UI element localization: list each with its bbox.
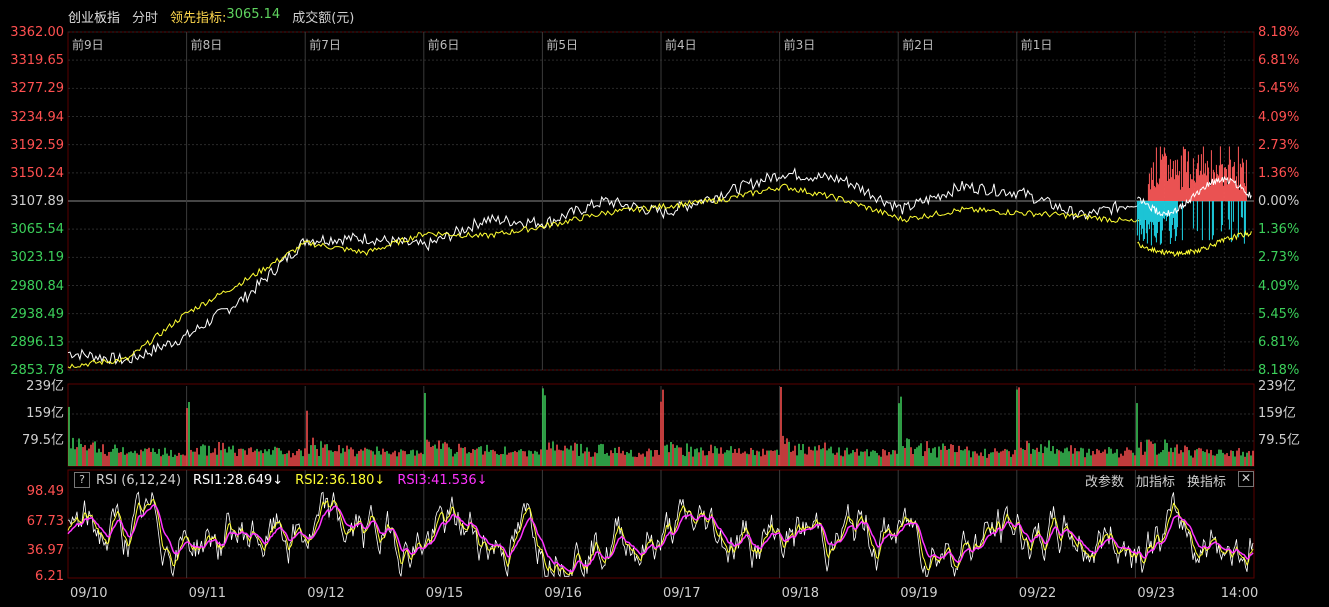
rsi-tick-2: 36.97 bbox=[26, 543, 64, 558]
day-label-1: 前8日 bbox=[190, 38, 223, 52]
price-tick-right-2: 5.45% bbox=[1258, 81, 1300, 97]
rsi-tick-3: 6.21 bbox=[35, 569, 64, 584]
price-tick-left-3: 3234.94 bbox=[10, 109, 64, 125]
rsi1-value: RSI1:28.649↓ bbox=[193, 472, 284, 488]
price-tick-left-7: 3065.54 bbox=[10, 222, 64, 238]
rsi3-value: RSI3:41.536↓ bbox=[397, 472, 488, 488]
volume-tick-right-1: 159亿 bbox=[1258, 406, 1296, 421]
price-tick-right-4: 2.73% bbox=[1258, 137, 1300, 153]
date-label-1: 09/11 bbox=[188, 586, 227, 601]
day-label-4: 前5日 bbox=[546, 38, 579, 52]
day-label-8: 前1日 bbox=[1020, 38, 1053, 52]
price-tick-left-8: 3023.19 bbox=[10, 250, 64, 266]
intraday-chart[interactable] bbox=[0, 0, 1329, 607]
day-label-6: 前3日 bbox=[783, 38, 816, 52]
switch-indicator-button[interactable]: 换指标 bbox=[1187, 471, 1226, 490]
date-label-9: 09/23 bbox=[1137, 586, 1175, 601]
date-label-4: 09/16 bbox=[544, 586, 582, 601]
lead-line bbox=[67, 183, 1142, 369]
price-tick-left-4: 3192.59 bbox=[10, 137, 64, 153]
price-tick-right-0: 8.18% bbox=[1258, 25, 1300, 40]
rsi-toolbar: ? RSI (6,12,24) RSI1:28.649↓ RSI2:36.180… bbox=[68, 470, 1254, 490]
add-indicator-button[interactable]: 加指标 bbox=[1136, 471, 1175, 490]
price-tick-left-9: 2980.84 bbox=[10, 278, 64, 294]
price-line bbox=[67, 167, 1142, 365]
day-label-3: 前6日 bbox=[427, 38, 460, 52]
change-params-button[interactable]: 改参数 bbox=[1085, 471, 1124, 490]
volume-tick-right-0: 239亿 bbox=[1258, 379, 1296, 394]
rsi-tick-0: 98.49 bbox=[26, 484, 64, 499]
price-tick-left-11: 2896.13 bbox=[10, 334, 64, 350]
price-tick-right-9: 4.09% bbox=[1258, 278, 1300, 294]
volume-tick-left-0: 239亿 bbox=[26, 379, 64, 394]
day-label-5: 前4日 bbox=[665, 38, 697, 52]
price-tick-left-1: 3319.65 bbox=[10, 53, 64, 69]
date-label-6: 09/18 bbox=[781, 586, 820, 601]
price-tick-right-11: 6.81% bbox=[1258, 334, 1300, 350]
price-tick-left-10: 2938.49 bbox=[10, 306, 64, 322]
price-tick-right-1: 6.81% bbox=[1258, 53, 1300, 69]
help-button[interactable]: ? bbox=[74, 472, 90, 488]
price-tick-left-5: 3150.24 bbox=[10, 165, 64, 181]
close-icon[interactable]: ✕ bbox=[1238, 470, 1254, 487]
indicator-tools: 改参数 加指标 换指标 ✕ bbox=[1085, 470, 1254, 490]
volume-tick-left-1: 159亿 bbox=[26, 406, 64, 421]
price-tick-right-3: 4.09% bbox=[1258, 109, 1300, 125]
rsi2-value: RSI2:36.180↓ bbox=[295, 472, 386, 488]
price-tick-left-12: 2853.78 bbox=[10, 363, 64, 378]
date-label-7: 09/19 bbox=[900, 586, 938, 601]
date-label-5: 09/17 bbox=[663, 586, 701, 601]
price-tick-left-6: 3107.89 bbox=[10, 194, 64, 209]
price-tick-left-2: 3277.29 bbox=[10, 81, 64, 97]
price-tick-right-5: 1.36% bbox=[1258, 165, 1300, 181]
date-label-2: 09/12 bbox=[307, 586, 345, 601]
price-tick-left-0: 3362.00 bbox=[10, 25, 64, 40]
date-label-0: 09/10 bbox=[70, 586, 108, 601]
price-tick-right-8: 2.73% bbox=[1258, 250, 1300, 266]
date-label-8: 09/22 bbox=[1018, 586, 1057, 601]
price-tick-right-12: 8.18% bbox=[1258, 363, 1300, 378]
rsi-tick-1: 67.73 bbox=[26, 514, 64, 529]
day-label-2: 前7日 bbox=[309, 38, 341, 52]
volume-tick-right-2: 79.5亿 bbox=[1258, 433, 1300, 448]
day-label-0: 前9日 bbox=[72, 38, 104, 52]
day-label-7: 前2日 bbox=[902, 38, 934, 52]
price-tick-right-7: 1.36% bbox=[1258, 222, 1300, 238]
rsi-indicator-name[interactable]: RSI (6,12,24) bbox=[96, 473, 181, 488]
volume-tick-left-2: 79.5亿 bbox=[22, 433, 64, 448]
price-tick-right-10: 5.45% bbox=[1258, 306, 1300, 322]
date-label-10: 14:00 bbox=[1220, 586, 1259, 601]
date-label-3: 09/15 bbox=[425, 586, 464, 601]
price-tick-right-6: 0.00% bbox=[1258, 194, 1300, 209]
